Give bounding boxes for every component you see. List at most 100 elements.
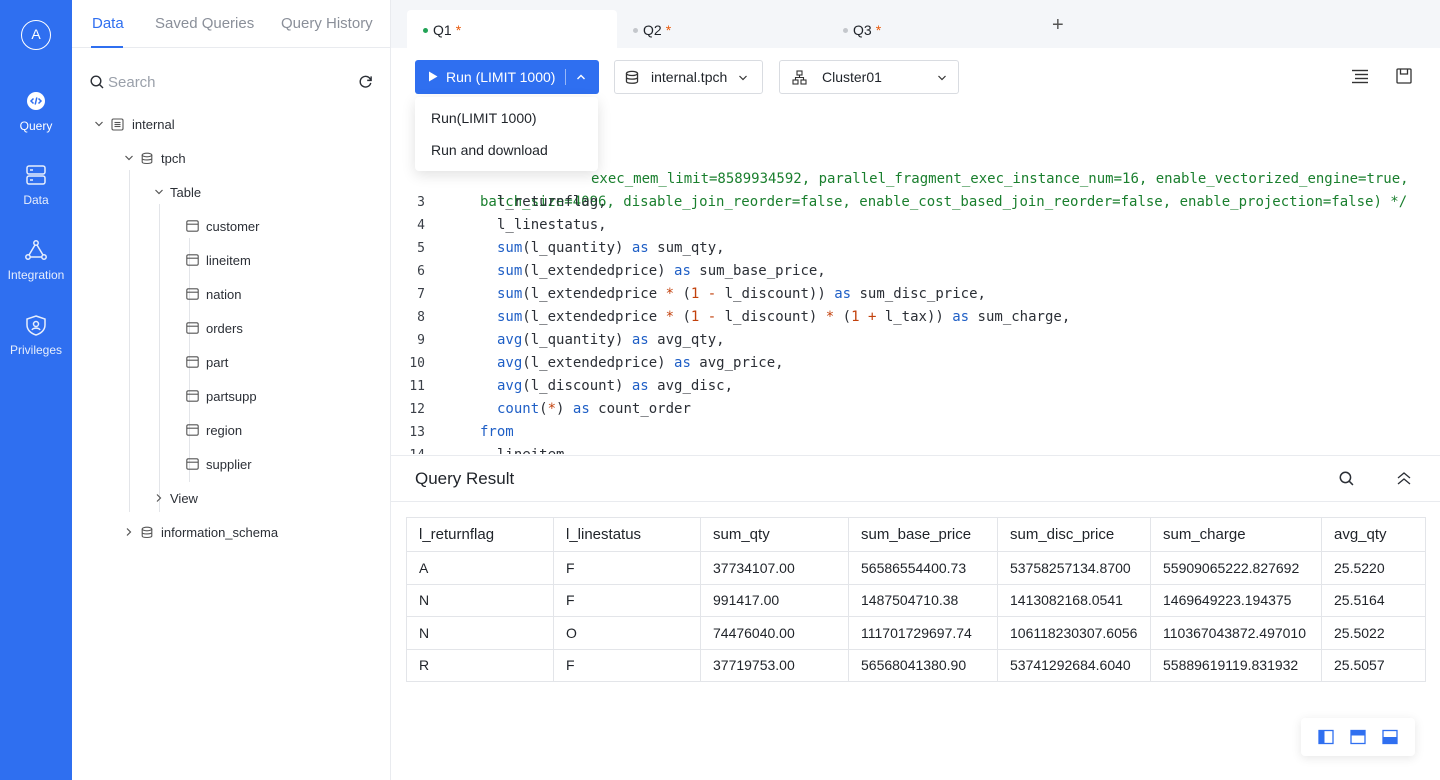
avatar[interactable]: A [21,20,51,50]
column-header[interactable]: avg_qty [1321,517,1426,552]
table-row: R F 37719753.00 56568041380.90 53741292684.6… [406,648,1426,682]
table-icon [186,458,199,470]
tab-query-history[interactable]: Query History [281,15,373,32]
format-icon[interactable] [1351,69,1369,84]
table-icon [186,322,199,334]
collapse-up-icon[interactable] [1396,471,1412,486]
database-icon [141,152,153,164]
column-header[interactable]: sum_charge [1150,517,1322,552]
tree-node-table[interactable]: orders [186,318,243,338]
rail-item-data[interactable]: Data [0,165,72,207]
code-text: sum(l_extendedprice) as sum_base_price, [497,263,826,279]
table-cell: 37719753.00 [700,648,849,682]
result-table: l_returnflag l_linestatus sum_qty sum_ba… [406,517,1426,682]
rail-item-integration[interactable]: Integration [0,240,72,282]
integration-icon [25,240,47,260]
table-cell: 110367043872.497010 [1150,616,1322,650]
layout-top-icon[interactable] [1350,729,1366,745]
tree-node-table[interactable]: part [186,352,228,372]
database-icon [625,70,639,84]
status-dot [423,27,428,33]
tree-node-label: View [170,490,198,506]
column-header[interactable]: sum_disc_price [997,517,1151,552]
refresh-icon[interactable] [358,74,373,89]
tree-node-table-group[interactable]: Table [154,182,201,202]
code-text: avg(l_quantity) as avg_qty, [497,332,725,348]
code-text: avg(l_discount) as avg_disc, [497,378,734,394]
menu-item-run-download[interactable]: Run and download [431,142,548,158]
database-select[interactable]: internal.tpch [614,60,763,94]
table-row: N O 74476040.00 111701729697.74 106118230307… [406,616,1426,650]
table-icon [186,424,199,436]
database-icon [26,165,46,185]
chevron-down-icon [938,75,946,81]
layout-bottom-icon[interactable] [1382,729,1398,745]
table-cell: 55889619119.831932 [1150,648,1322,682]
tree-node-database[interactable]: information_schema [124,522,278,542]
tree-node-database[interactable]: tpch [124,148,186,168]
run-options-menu: Run(LIMIT 1000) Run and download [415,97,598,171]
column-header[interactable]: sum_base_price [848,517,998,552]
line-number: 11 [409,379,425,394]
database-select-value: internal.tpch [651,69,728,85]
column-header[interactable]: l_returnflag [406,517,554,552]
add-tab-button[interactable]: + [1052,14,1064,37]
run-button[interactable]: Run (LIMIT 1000) [415,60,599,94]
line-number: 5 [417,241,425,256]
column-header[interactable]: l_linestatus [553,517,701,552]
cluster-select[interactable]: Cluster01 [779,60,959,94]
layout-left-icon[interactable] [1318,729,1334,745]
tree-node-label: part [206,354,229,370]
tab-saved-queries[interactable]: Saved Queries [155,15,254,32]
menu-item-run-limit[interactable]: Run(LIMIT 1000) [431,110,537,126]
line-number: 9 [417,333,425,348]
rail-item-privileges[interactable]: Privileges [0,315,72,357]
tree-node-label: lineitem [206,252,251,268]
table-cell: 37734107.00 [700,551,849,585]
line-number: 8 [417,310,425,325]
rail-item-query[interactable]: Query [0,91,72,133]
tab-data[interactable]: Data [92,15,124,32]
chevron-up-icon[interactable] [576,73,586,81]
tree-node-label: partsupp [206,388,257,404]
table-cell: F [553,583,701,617]
tree-node-table[interactable]: nation [186,284,241,304]
tree-node-table[interactable]: lineitem [186,250,251,270]
search-icon[interactable] [1339,471,1354,486]
table-cell: 991417.00 [700,583,849,617]
table-cell: F [553,551,701,585]
table-icon [186,356,199,368]
chevron-right-icon [156,494,162,502]
table-cell: 74476040.00 [700,616,849,650]
tree-node-table[interactable]: customer [186,216,259,236]
tab-q1[interactable]: Q1 * [407,10,617,48]
tree-node-table[interactable]: supplier [186,454,252,474]
tree-node-catalog[interactable]: internal [94,114,175,134]
table-cell: 25.5164 [1321,583,1426,617]
save-icon[interactable] [1396,68,1412,84]
tab-q3[interactable]: Q3 * [827,10,1037,48]
table-cell: 1413082168.0541 [997,583,1151,617]
tree-node-table[interactable]: partsupp [186,386,257,406]
chevron-down-icon [95,121,103,127]
tree-node-table[interactable]: region [186,420,242,440]
code-text: l_returnflag, [497,194,607,210]
chevron-down-icon [125,155,133,161]
table-cell: 111701729697.74 [848,616,998,650]
table-icon [186,288,199,300]
catalog-icon [111,117,124,131]
code-text: exec_mem_limit=8589934592, parallel_frag… [591,171,1409,187]
search-icon [90,75,104,89]
tree-node-label: customer [206,218,260,234]
cluster-select-value: Cluster01 [822,69,882,85]
tree-node-label: nation [206,286,242,302]
table-row: A F 37734107.00 56586554400.73 53758257134.8… [406,551,1426,585]
table-cell: 56568041380.90 [848,648,998,682]
tree-node-view-group[interactable]: View [154,488,198,508]
code-text: lineitem [497,444,564,454]
tab-label: Q3 [853,22,872,38]
search-input[interactable] [108,71,328,93]
tab-q2[interactable]: Q2 * [617,10,827,48]
column-header[interactable]: sum_qty [700,517,849,552]
panel-tabs: Data Saved Queries Query History [72,0,391,48]
